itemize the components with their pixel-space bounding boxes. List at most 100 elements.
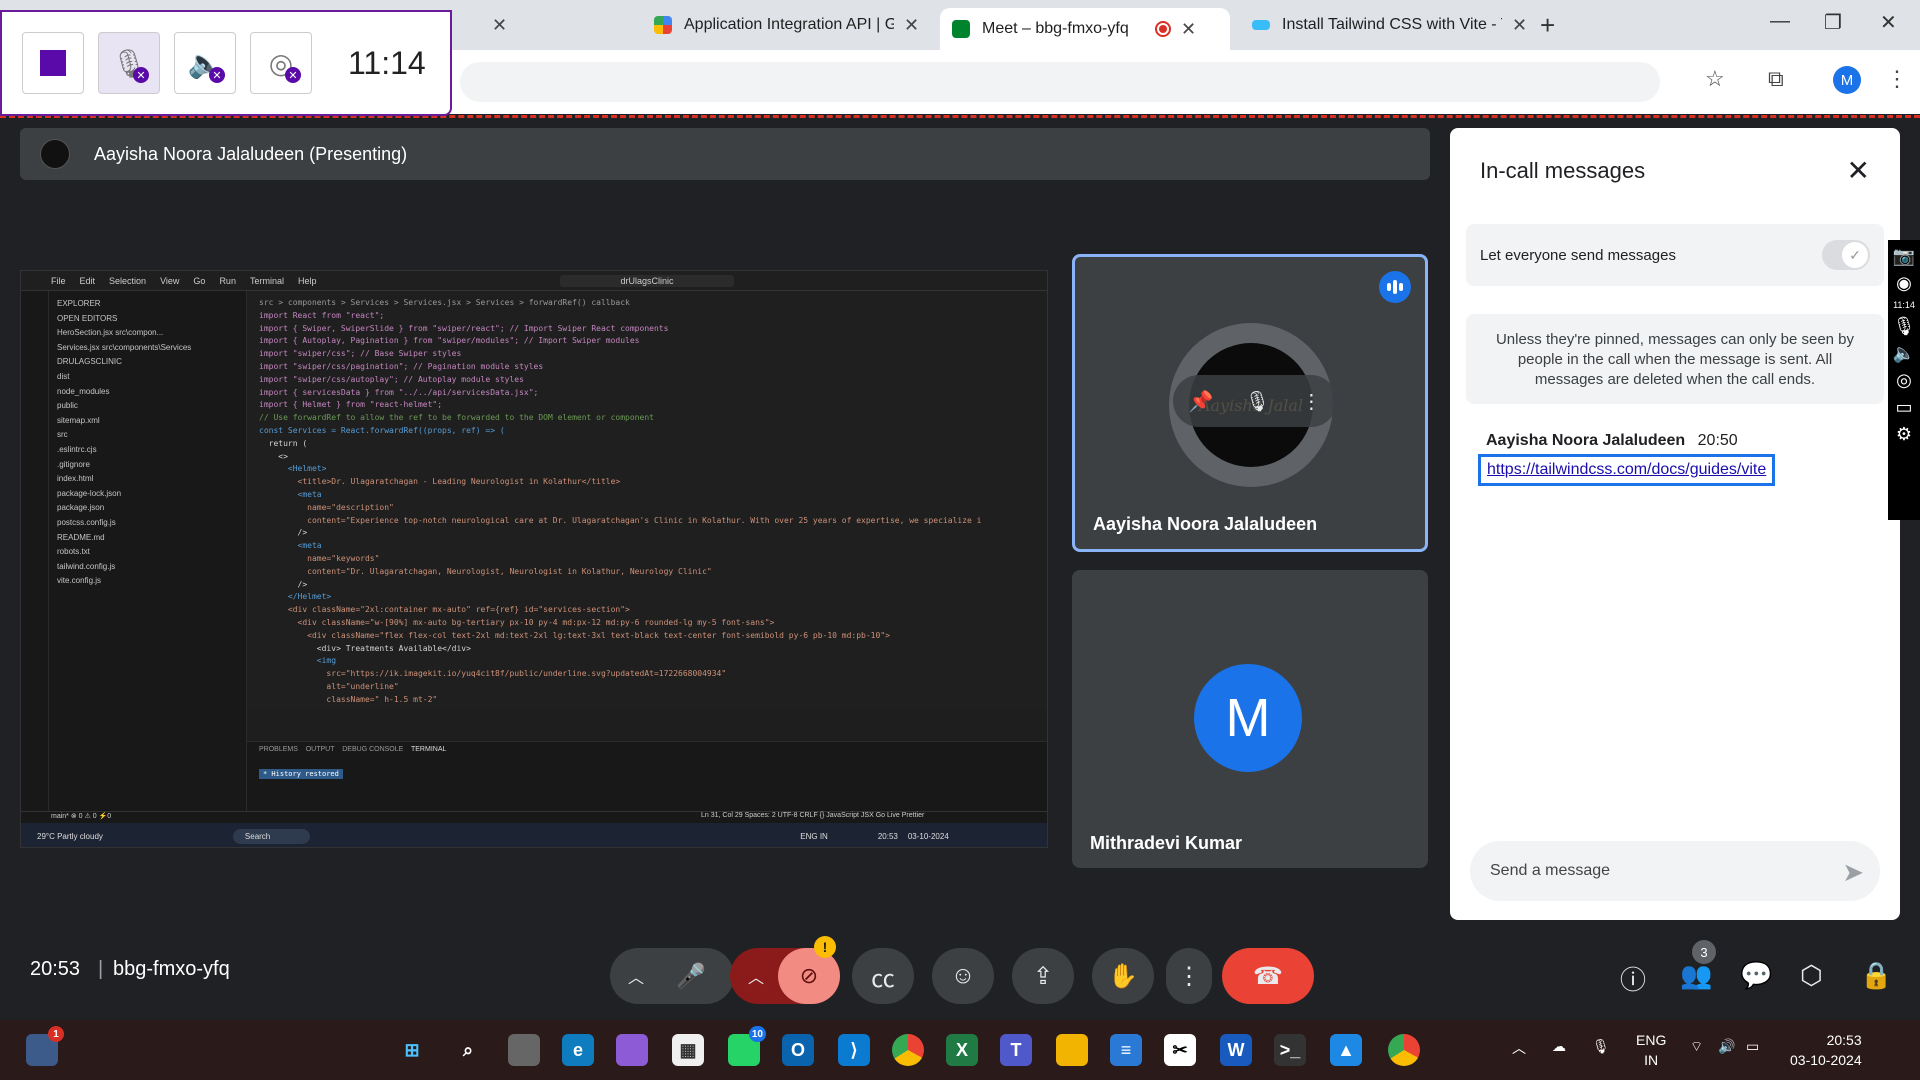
leave-call-button[interactable]: ☎ bbox=[1222, 948, 1314, 1004]
tray-overflow-icon[interactable]: ︿ bbox=[1512, 1038, 1526, 1058]
participant-tile-mithradevi[interactable]: M Mithradevi Kumar bbox=[1072, 570, 1428, 868]
omnibox[interactable] bbox=[460, 62, 1660, 102]
teams-icon[interactable]: T bbox=[1000, 1034, 1032, 1066]
minimize-icon[interactable]: — bbox=[1770, 10, 1790, 33]
webcam-icon[interactable]: ◎ bbox=[1896, 370, 1912, 391]
camera-options-chevron-icon[interactable]: ︿ bbox=[748, 964, 764, 988]
close-tab-icon[interactable]: ✕ bbox=[1181, 19, 1196, 40]
word-icon[interactable]: W bbox=[1220, 1034, 1252, 1066]
mic-options-chevron-icon[interactable]: ︿ bbox=[628, 964, 644, 988]
outlook-icon[interactable]: O bbox=[782, 1034, 814, 1066]
raise-hand-button[interactable]: ✋ bbox=[1092, 948, 1154, 1004]
presenter-avatar bbox=[40, 139, 70, 169]
weather-widget-icon[interactable]: 1 bbox=[26, 1026, 64, 1066]
let-everyone-send-row: Let everyone send messages bbox=[1466, 224, 1884, 286]
menu-item: Go bbox=[193, 275, 206, 286]
start-icon[interactable]: ⊞ bbox=[396, 1034, 428, 1066]
new-tab-button[interactable]: + bbox=[1540, 10, 1555, 41]
bookmark-star-icon[interactable]: ☆ bbox=[1705, 66, 1725, 92]
search-icon[interactable]: ⌕ bbox=[452, 1034, 484, 1066]
webcam-toggle-button[interactable]: ◎ ✕ bbox=[250, 32, 312, 94]
message-link[interactable]: https://tailwindcss.com/docs/guides/vite bbox=[1478, 454, 1776, 486]
store-icon[interactable]: ▦ bbox=[672, 1034, 704, 1066]
send-icon[interactable]: ➤ bbox=[1842, 857, 1864, 888]
present-screen-button[interactable]: ⇪ bbox=[1012, 948, 1074, 1004]
speaker-toggle-button[interactable]: 🔈 ✕ bbox=[174, 32, 236, 94]
send-messages-toggle[interactable] bbox=[1822, 240, 1870, 270]
edge-icon[interactable]: e bbox=[562, 1034, 594, 1066]
explorer-item: node_modules bbox=[57, 386, 110, 396]
camera-group[interactable]: ︿ ⊘ ! bbox=[730, 936, 840, 1004]
recording-icon bbox=[1155, 21, 1171, 37]
stop-recording-button[interactable] bbox=[22, 32, 84, 94]
paint-icon[interactable]: ▲ bbox=[1330, 1034, 1362, 1066]
emoji-reactions-button[interactable]: ☺ bbox=[932, 948, 994, 1004]
participant-tile-aayisha[interactable]: Aayisha Jalal 📌 🎙 ⋮ Aayisha Noora Jalalu… bbox=[1072, 254, 1428, 552]
extensions-icon[interactable]: ⧉ bbox=[1768, 66, 1784, 92]
whatsapp-icon[interactable]: 10 bbox=[728, 1026, 766, 1066]
meeting-info-icon[interactable]: ⓘ bbox=[1620, 960, 1646, 997]
chrome-icon[interactable] bbox=[892, 1034, 924, 1066]
close-window-icon[interactable]: ✕ bbox=[1880, 10, 1897, 35]
close-tab-icon[interactable]: ✕ bbox=[1512, 15, 1527, 36]
code-line: <Helmet> bbox=[259, 464, 327, 474]
mic-toggle-button[interactable]: 🎙 ✕ bbox=[98, 32, 160, 94]
vscode-explorer: EXPLORER OPEN EDITORS HeroSection.jsx src\… bbox=[49, 291, 247, 811]
camera-off-button[interactable]: ⊘ ! bbox=[778, 936, 840, 1004]
pin-icon[interactable]: 📌 bbox=[1189, 389, 1214, 414]
explorer-item: OPEN EDITORS bbox=[57, 313, 118, 323]
microphone-icon[interactable]: 🎤 bbox=[676, 962, 706, 991]
file-explorer-icon[interactable] bbox=[1056, 1034, 1088, 1066]
tab-previous[interactable]: ✕ bbox=[470, 8, 519, 42]
wifi-icon[interactable]: ⌔ bbox=[1690, 1038, 1703, 1056]
vscode-icon[interactable]: ⟩ bbox=[838, 1034, 870, 1066]
chrome-active-icon[interactable] bbox=[1388, 1034, 1420, 1066]
menu-kebab-icon[interactable]: ⋮ bbox=[1886, 66, 1908, 92]
tab-tailwind[interactable]: Install Tailwind CSS with Vite - T ✕ bbox=[1240, 8, 1539, 42]
terminal-icon[interactable]: >_ bbox=[1274, 1034, 1306, 1066]
people-icon[interactable]: 👥 bbox=[1680, 960, 1712, 991]
volume-icon[interactable]: 🔊 bbox=[1718, 1038, 1735, 1055]
toggle-label: Let everyone send messages bbox=[1480, 246, 1676, 264]
battery-icon[interactable]: ▭ bbox=[1746, 1038, 1759, 1055]
mute-icon[interactable]: 🎙 bbox=[1245, 389, 1270, 414]
code-line: /> bbox=[259, 528, 308, 538]
close-icon[interactable]: ✕ bbox=[1847, 154, 1870, 187]
code-line: src="https://ik.imagekit.io/yuq4cit8f/pu… bbox=[259, 669, 727, 679]
cloud-icon[interactable]: ☁ bbox=[1552, 1038, 1566, 1055]
close-tab-icon[interactable]: ✕ bbox=[904, 15, 919, 36]
tray-mic-icon[interactable]: 🎙 bbox=[1592, 1038, 1610, 1055]
code-line: import { Autoplay, Pagination } from "sw… bbox=[259, 336, 640, 346]
explorer-item: Services.jsx src\components\Services bbox=[57, 342, 192, 352]
task-view-icon[interactable] bbox=[508, 1034, 540, 1066]
code-line: <div className="flex flex-col text-2xl m… bbox=[259, 630, 890, 640]
excel-icon[interactable]: X bbox=[946, 1034, 978, 1066]
speaker-icon[interactable]: 🔈 bbox=[1893, 343, 1915, 364]
more-options-icon[interactable]: ⋮ bbox=[1301, 389, 1321, 414]
profile-avatar[interactable]: M bbox=[1833, 66, 1861, 94]
mic-group[interactable]: ︿ 🎤 bbox=[610, 948, 734, 1004]
captions-button[interactable]: ㏄ bbox=[852, 948, 914, 1004]
settings-icon[interactable]: ⚙ bbox=[1896, 424, 1912, 445]
restore-icon[interactable]: ❐ bbox=[1824, 10, 1842, 35]
send-message-input[interactable]: Send a message ➤ bbox=[1470, 841, 1880, 901]
shared-time: 20:53 bbox=[877, 831, 898, 841]
chat-icon[interactable]: 💬 bbox=[1740, 960, 1772, 991]
code-line: <meta bbox=[259, 489, 322, 499]
system-clock[interactable]: 20:53 03-10-2024 bbox=[1790, 1030, 1862, 1070]
window-icon[interactable]: ▭ bbox=[1895, 397, 1912, 418]
google-cloud-icon bbox=[654, 16, 672, 34]
camera-icon[interactable]: 📷 bbox=[1893, 246, 1915, 267]
more-options-button[interactable]: ⋮ bbox=[1166, 948, 1212, 1004]
record-icon[interactable]: ◉ bbox=[1896, 273, 1912, 294]
notepad-icon[interactable]: ≡ bbox=[1110, 1034, 1142, 1066]
close-tab-icon[interactable]: ✕ bbox=[492, 15, 507, 36]
tab-meet[interactable]: Meet – bbg-fmxo-yfq ✕ bbox=[940, 8, 1230, 50]
host-controls-icon[interactable]: 🔒 bbox=[1860, 960, 1892, 991]
copilot-icon[interactable] bbox=[616, 1034, 648, 1066]
mic-icon[interactable]: 🎙 bbox=[1893, 316, 1916, 337]
activities-icon[interactable]: ⬡ bbox=[1800, 960, 1823, 991]
capcut-icon[interactable]: ✂ bbox=[1164, 1034, 1196, 1066]
language-indicator[interactable]: ENG IN bbox=[1636, 1030, 1666, 1070]
tab-application-integration[interactable]: Application Integration API | G ✕ bbox=[642, 8, 931, 42]
